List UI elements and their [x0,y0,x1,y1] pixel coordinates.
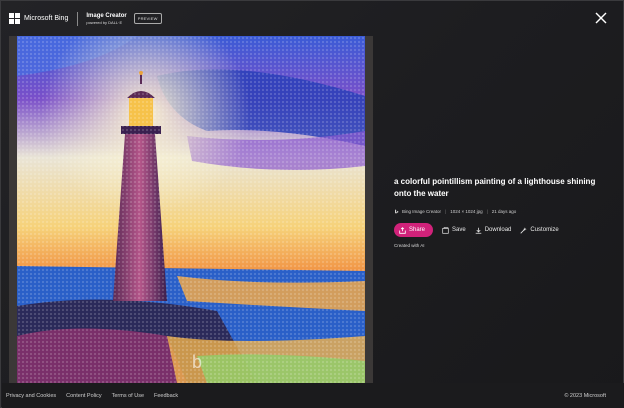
save-collection-icon [442,226,449,234]
footer: Privacy and Cookies Content Policy Terms… [2,383,624,408]
image-actions: Share Save Download Customize [394,223,614,237]
brand-label: Microsoft Bing [24,15,69,22]
preview-badge: PREVIEW [133,13,162,24]
image-meta: Bing Image Creator | 1024 × 1024 jpg | 2… [394,209,614,214]
footer-link-terms[interactable]: Terms of Use [112,393,144,399]
footer-link-privacy[interactable]: Privacy and Cookies [6,393,56,399]
save-button[interactable]: Save [442,226,466,234]
image-creator-link[interactable]: Image Creator powered by DALL·E [86,13,126,25]
image-dimensions: 1024 × 1024 jpg [450,209,483,214]
download-label: Download [484,227,512,233]
product-title: Image Creator [86,12,127,19]
share-button[interactable]: Share [394,223,434,237]
generated-image[interactable]: b [17,36,365,383]
image-viewer-window: Microsoft Bing Image Creator powered by … [0,0,624,408]
bing-watermark-icon: b [192,352,202,372]
download-icon [475,227,482,234]
copyright: © 2023 Microsoft [564,392,606,399]
created-with-ai-note: Created with AI [394,243,425,248]
image-prompt-title: a colorful pointillism painting of a lig… [394,177,596,198]
header-divider [77,11,79,26]
meta-separator: | [486,209,488,214]
product-subtitle: powered by DALL·E [86,19,123,25]
image-source: Bing Image Creator [402,209,442,214]
customize-label: Customize [530,227,559,233]
download-button[interactable]: Download [475,227,512,234]
close-icon [595,12,607,24]
bing-home-link[interactable]: Microsoft Bing [9,13,68,24]
share-icon [399,226,406,234]
customize-wand-icon [520,226,528,234]
close-button[interactable] [593,10,609,26]
customize-button[interactable]: Customize [520,226,559,234]
save-label: Save [452,227,466,233]
footer-link-feedback[interactable]: Feedback [154,393,178,399]
bing-icon [395,209,399,214]
share-label: Share [409,227,426,233]
microsoft-logo-icon [9,13,20,24]
footer-link-content-policy[interactable]: Content Policy [66,393,101,399]
image-age: 21 days ago [491,209,517,214]
meta-separator: | [445,209,447,214]
image-details: a colorful pointillism painting of a lig… [394,176,614,248]
header: Microsoft Bing Image Creator powered by … [1,1,624,36]
generated-image-panel: b [9,36,373,383]
